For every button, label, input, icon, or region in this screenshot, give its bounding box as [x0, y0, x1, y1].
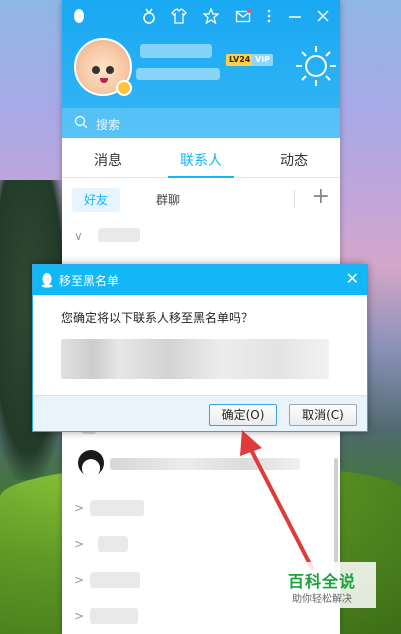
dialog-title: 移至黑名单 — [59, 274, 120, 288]
add-contact-button[interactable]: + — [312, 184, 330, 209]
star-icon[interactable] — [202, 7, 220, 26]
shirt-icon[interactable] — [170, 8, 188, 26]
tab-moments[interactable]: 动态 — [254, 150, 334, 170]
main-tabs: 消息 联系人 动态 — [62, 138, 340, 178]
contact-info-blurred — [61, 339, 329, 379]
chevron-right-icon: > — [74, 501, 85, 515]
tab-contacts[interactable]: 联系人 — [161, 150, 241, 170]
group-name-blurred — [90, 608, 138, 624]
chevron-right-icon: > — [74, 573, 85, 587]
group-name-blurred — [90, 572, 140, 588]
penguin-avatar-icon — [78, 450, 104, 476]
avatar-mouth — [100, 78, 108, 83]
profile-header: LV24 VIP 搜索 — [62, 0, 340, 138]
chevron-right-icon: > — [74, 537, 85, 551]
mail-icon[interactable] — [234, 8, 252, 26]
group-name-blurred — [90, 500, 144, 516]
search-placeholder: 搜索 — [96, 118, 121, 132]
list-item[interactable] — [62, 446, 340, 482]
search-icon — [74, 115, 88, 129]
confirm-button[interactable]: 确定(O) — [209, 404, 277, 426]
dialog-button-bar: 确定(O) 取消(C) — [33, 395, 367, 431]
weather-sun-icon[interactable] — [294, 44, 338, 88]
dialog-close-icon[interactable]: ✕ — [346, 269, 359, 288]
friend-group-row[interactable]: > — [62, 494, 340, 524]
search-bar[interactable]: 搜索 — [62, 108, 340, 138]
tab-messages[interactable]: 消息 — [68, 150, 148, 170]
avatar[interactable] — [74, 38, 132, 96]
active-tab-indicator — [168, 176, 234, 178]
group-name-blurred — [98, 228, 140, 242]
subtab-groups[interactable]: 群聊 — [144, 188, 192, 212]
level-badge: LV24 — [226, 54, 254, 66]
status-icon[interactable] — [116, 80, 132, 96]
friend-group-row[interactable]: ∨ — [62, 222, 340, 252]
nickname-blurred — [140, 44, 212, 58]
medal-icon[interactable] — [140, 8, 158, 26]
avatar-eye — [92, 66, 100, 74]
cancel-button[interactable]: 取消(C) — [289, 404, 357, 426]
avatar-eye — [106, 66, 114, 74]
dialog-message: 您确定将以下联系人移至黑名单吗？ — [61, 311, 254, 325]
chevron-right-icon: > — [74, 609, 85, 623]
watermark-subtitle: 助你轻松解决 — [292, 594, 352, 605]
chevron-down-icon: ∨ — [74, 229, 83, 243]
blacklist-dialog: 移至黑名单 ✕ 您确定将以下联系人移至黑名单吗？ 确定(O) 取消(C) — [32, 264, 368, 432]
dialog-title-bar[interactable]: 移至黑名单 ✕ — [33, 265, 367, 295]
qq-logo-icon — [41, 273, 53, 288]
watermark-logo: 百科全说 助你轻松解决 — [284, 562, 376, 608]
contact-subtabs: 好友 群聊 + — [62, 182, 340, 216]
close-icon[interactable] — [314, 8, 332, 26]
more-icon[interactable] — [260, 8, 278, 26]
minimize-icon[interactable] — [286, 8, 304, 26]
contact-name-blurred — [110, 458, 300, 470]
watermark-title: 百科全说 — [288, 572, 357, 591]
subtab-friends[interactable]: 好友 — [72, 188, 121, 212]
friend-group-row[interactable]: > — [62, 530, 340, 560]
qq-logo-icon — [70, 8, 88, 26]
group-name-blurred — [98, 536, 128, 552]
subtab-divider — [294, 190, 295, 208]
signature-blurred[interactable] — [136, 68, 220, 80]
vip-badge: VIP — [252, 54, 274, 66]
